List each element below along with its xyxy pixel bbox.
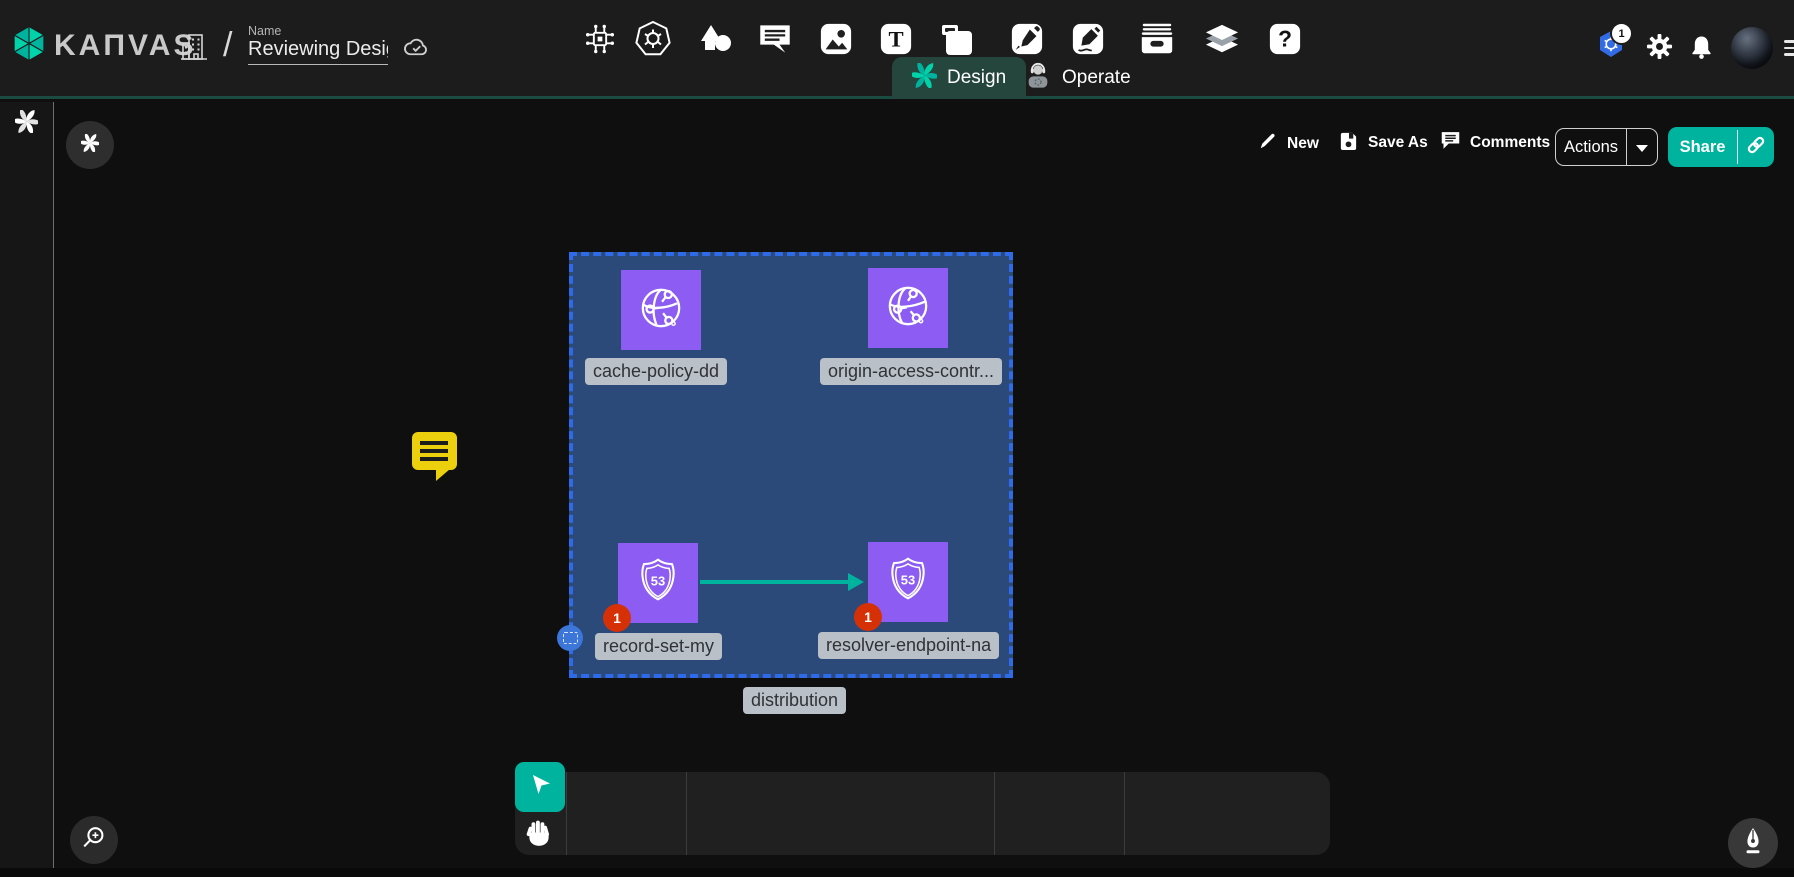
- sticky-note-icon: [939, 21, 975, 62]
- actions-button[interactable]: Actions: [1555, 128, 1658, 166]
- left-sidebar: ›: [0, 102, 54, 877]
- kubernetes-context-button[interactable]: 1: [1598, 30, 1624, 63]
- node-record-set[interactable]: 53: [618, 543, 698, 623]
- zoom-in-magnifier-icon: [80, 824, 108, 857]
- tool-sticky-note[interactable]: [939, 0, 975, 83]
- comment-bubble-icon: [758, 23, 792, 60]
- group-selection-badge[interactable]: [557, 625, 583, 651]
- tool-select[interactable]: [515, 762, 565, 812]
- shapes-icon: [698, 20, 736, 63]
- tool-media[interactable]: [818, 0, 854, 83]
- group-label-distribution[interactable]: distribution: [743, 687, 846, 714]
- logo[interactable]: KAΠVAS: [12, 25, 196, 67]
- node-badge-record-set[interactable]: 1: [603, 604, 631, 632]
- kanvas-spiral-icon: [912, 63, 937, 94]
- tool-comment[interactable]: [758, 0, 792, 83]
- flower-icon: [81, 134, 99, 157]
- pen-nib-button[interactable]: [1728, 818, 1778, 868]
- share-button[interactable]: Share: [1668, 127, 1774, 167]
- node-cache-policy[interactable]: [621, 270, 701, 350]
- user-avatar[interactable]: [1731, 27, 1773, 69]
- layers-icon: [1203, 22, 1241, 61]
- menu-hamburger-icon[interactable]: [1784, 36, 1794, 60]
- comments-button[interactable]: Comments: [1440, 130, 1550, 155]
- floppy-save-icon: [1338, 130, 1359, 156]
- tool-pan[interactable]: [524, 815, 554, 855]
- tool-help[interactable]: ?: [1268, 0, 1302, 83]
- pencil-icon: [1258, 131, 1278, 156]
- pen-nib-icon: [1740, 826, 1766, 861]
- comments-button-label: Comments: [1470, 134, 1550, 152]
- comment-marker-bubble-icon: [412, 432, 457, 470]
- pencil-draw-icon: [1071, 22, 1105, 61]
- kubernetes-helm-icon: [633, 19, 673, 64]
- edge-arrowhead-icon: [848, 573, 864, 591]
- kanvas-app: KAΠVAS / Name: [0, 0, 1794, 877]
- design-name-input[interactable]: [248, 38, 388, 65]
- drawer-archive-icon: [1138, 21, 1176, 62]
- edge-record-set-to-resolver[interactable]: [700, 580, 850, 584]
- comment-marker[interactable]: [412, 432, 457, 470]
- cloudfront-globe-icon: [881, 279, 935, 338]
- node-origin-access-control[interactable]: [868, 268, 948, 348]
- tool-shapes[interactable]: [698, 0, 736, 83]
- node-label-resolver-endpoint[interactable]: resolver-endpoint-na: [818, 632, 999, 659]
- node-badge-resolver-endpoint[interactable]: 1: [854, 603, 882, 631]
- image-icon: [818, 22, 854, 61]
- share-button-label: Share: [1668, 138, 1737, 157]
- kubernetes-context-count: 1: [1610, 22, 1633, 45]
- svg-text:?: ?: [1278, 26, 1292, 52]
- actions-dropdown-button[interactable]: [1627, 138, 1657, 157]
- breadcrumb-slash: /: [223, 26, 232, 65]
- tool-layers[interactable]: [1203, 0, 1241, 83]
- svg-text:T: T: [888, 27, 903, 52]
- zoom-in-button[interactable]: [70, 816, 118, 864]
- help-question-icon: ?: [1268, 22, 1302, 61]
- new-button[interactable]: New: [1258, 131, 1319, 156]
- cursor-arrow-icon: [527, 772, 553, 803]
- link-icon: [1745, 134, 1767, 161]
- design-name-field: Name: [248, 24, 388, 65]
- organization-building-icon[interactable]: [180, 31, 208, 68]
- tool-kubernetes[interactable]: [633, 0, 673, 83]
- window-bottom-strip: [0, 868, 1794, 877]
- cloud-saved-icon[interactable]: [403, 36, 430, 64]
- hand-icon: [524, 818, 554, 853]
- save-as-button[interactable]: Save As: [1338, 130, 1428, 156]
- quick-actions-button[interactable]: [66, 121, 114, 169]
- new-button-label: New: [1287, 135, 1319, 153]
- tool-pencil[interactable]: [1071, 0, 1105, 83]
- tool-text[interactable]: T: [879, 0, 913, 83]
- node-label-record-set[interactable]: record-set-my: [595, 633, 722, 660]
- svg-text:53: 53: [901, 572, 915, 587]
- cloudfront-globe-icon: [634, 281, 688, 340]
- settings-gear-icon[interactable]: [1646, 33, 1673, 65]
- circuit-chip-icon: [582, 21, 618, 62]
- tool-drawer[interactable]: [1138, 0, 1176, 83]
- logo-text: KAΠVAS: [54, 29, 196, 63]
- tool-dock: [515, 772, 1330, 855]
- dashed-rect-icon: [563, 632, 578, 644]
- copy-link-button[interactable]: [1738, 134, 1774, 161]
- tool-mesh-components[interactable]: [582, 0, 618, 83]
- name-field-label: Name: [248, 24, 388, 38]
- notifications-bell-icon[interactable]: [1690, 34, 1713, 65]
- text-icon: T: [879, 22, 913, 61]
- route53-shield-icon: 53: [881, 553, 935, 612]
- actions-button-label: Actions: [1556, 138, 1626, 157]
- logo-hexagon-icon: [12, 25, 46, 67]
- node-label-cache-policy[interactable]: cache-policy-dd: [585, 358, 727, 385]
- comment-icon: [1440, 130, 1461, 155]
- caret-down-icon: [1636, 145, 1648, 152]
- meshery-spiral-icon[interactable]: [15, 110, 38, 138]
- svg-text:53: 53: [651, 573, 665, 588]
- save-as-button-label: Save As: [1368, 134, 1428, 152]
- node-label-origin-access-control[interactable]: origin-access-contr...: [820, 358, 1002, 385]
- pen-path-icon: [1010, 22, 1044, 61]
- tool-pen[interactable]: [1010, 0, 1044, 83]
- route53-shield-icon: 53: [631, 554, 685, 613]
